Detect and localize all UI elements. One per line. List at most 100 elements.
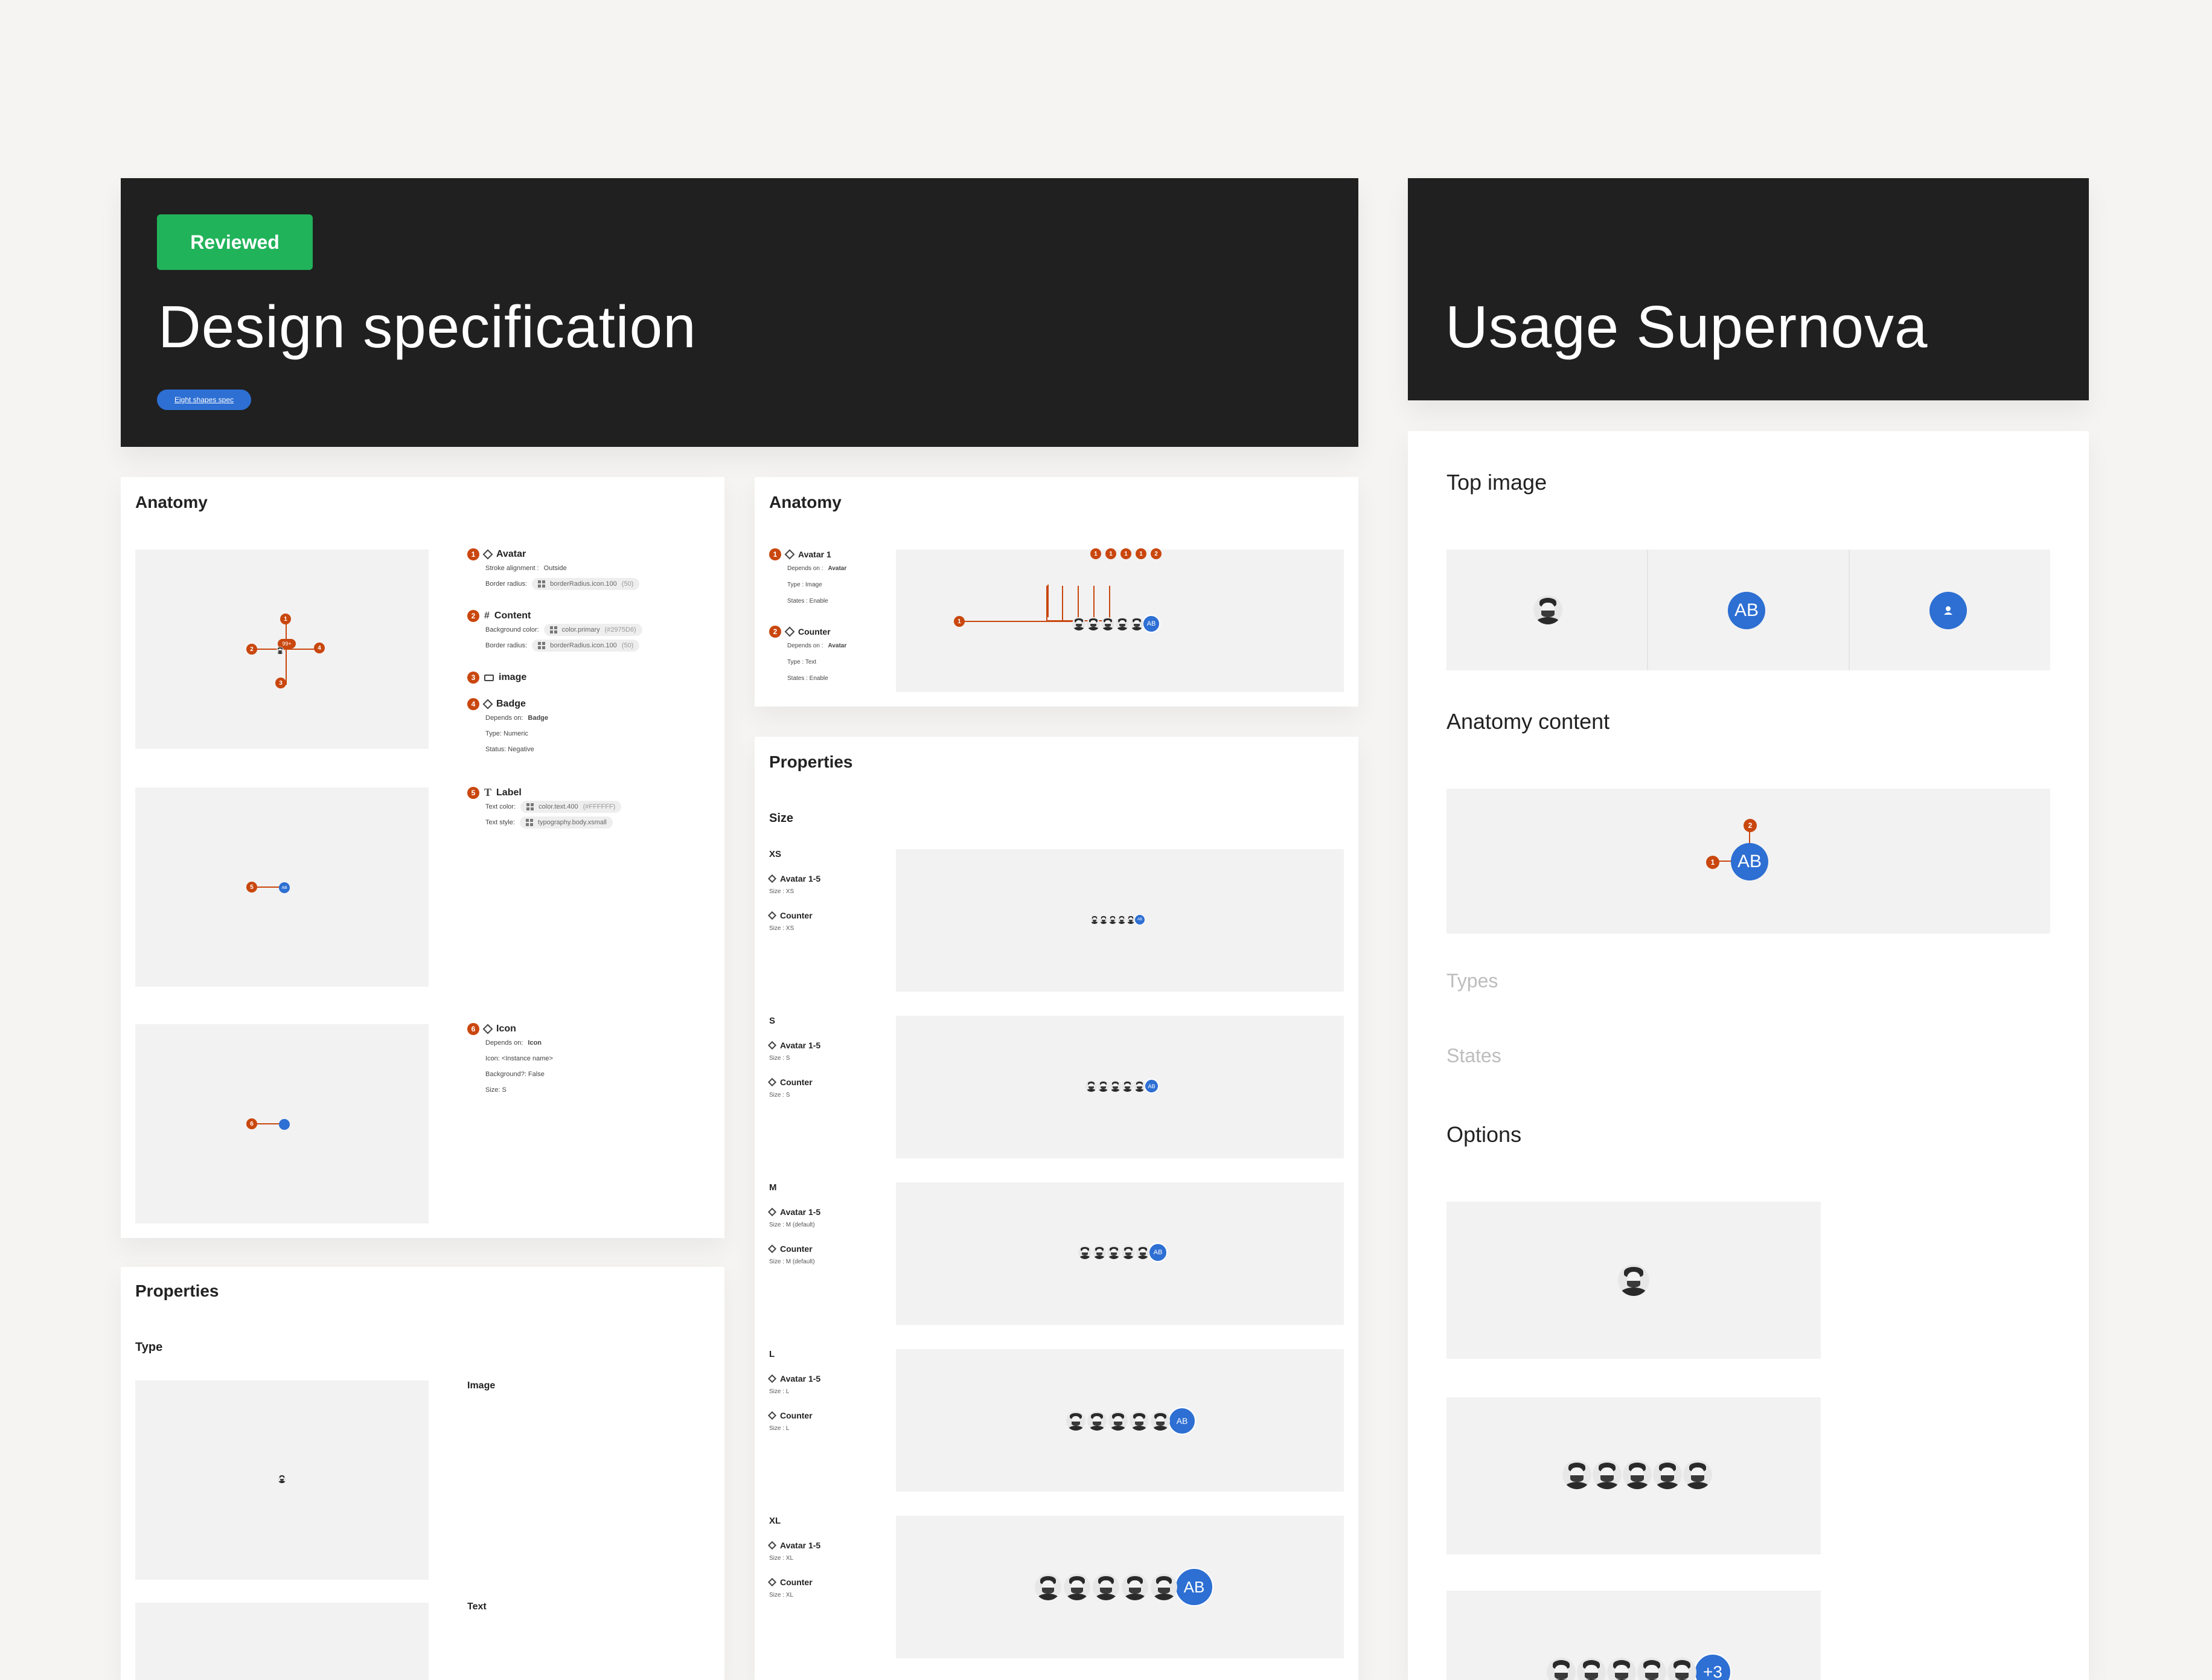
number-marker: 1 — [1120, 548, 1131, 559]
top-avatar-icon — [1929, 592, 1967, 629]
anatomy-canvas-2: 5 AB — [135, 787, 429, 987]
avatar — [1099, 915, 1108, 924]
avatar — [1130, 617, 1143, 630]
anatomy-counter: AB — [1731, 843, 1768, 880]
avatar — [1618, 1265, 1649, 1296]
anatomy-canvas-3: 6 — [135, 1024, 429, 1223]
avatar — [1593, 1460, 1622, 1489]
avatar-counter: AB — [1168, 1407, 1196, 1435]
avatar-tiny — [276, 647, 284, 654]
avatar — [1108, 915, 1117, 924]
top-avatar-image — [1533, 595, 1562, 624]
size-xs-block: XS Avatar 1-5 Size : XS Counter Size : X… — [767, 849, 1344, 992]
option-group-counter: +3 — [1446, 1591, 1821, 1680]
col1-properties-title: Properties — [135, 1281, 219, 1300]
more-counter: +3 — [1694, 1653, 1731, 1680]
number-marker: 1 — [1136, 548, 1146, 559]
number-marker: 1 — [1706, 856, 1719, 869]
group-avatars: AB — [1072, 615, 1160, 633]
token-icon — [538, 642, 546, 649]
design-spec-header: Reviewed Design specification Eight shap… — [121, 178, 1358, 447]
states-title: States — [1446, 1045, 1501, 1066]
image-icon — [484, 674, 494, 681]
col2-properties-card: Properties Size XS Avatar 1-5 Size : XS … — [755, 737, 1358, 1680]
usage-title: Usage Supernova — [1445, 293, 1928, 360]
avatar — [1134, 1080, 1145, 1092]
text-icon: T — [484, 786, 492, 798]
spec-link[interactable]: Eight shapes spec — [157, 390, 251, 410]
number-marker: 1 — [954, 616, 965, 627]
component-icon — [767, 1374, 777, 1383]
component-icon — [784, 549, 795, 560]
reviewed-badge: Reviewed — [157, 214, 313, 270]
avatar — [1127, 915, 1135, 924]
options-title: Options — [1446, 1122, 1522, 1147]
number-marker: 1 — [1090, 548, 1101, 559]
counter-tiny: AB — [279, 882, 290, 893]
marker-5: 5 — [246, 882, 257, 893]
marker-2: 2 — [246, 644, 257, 655]
col2-anatomy-card: Anatomy 1 Avatar 1 Depends on : Avatar Typ… — [755, 477, 1358, 707]
type-image-label: Image — [467, 1380, 496, 1391]
user-icon — [279, 1119, 290, 1130]
avatar — [1562, 1460, 1591, 1489]
number-marker: 3 — [467, 672, 479, 684]
avatar — [1653, 1460, 1682, 1489]
page-title: Design specification — [158, 293, 697, 360]
avatar — [1623, 1460, 1652, 1489]
component-icon — [784, 626, 795, 637]
avatar — [1122, 1246, 1135, 1259]
col1-properties-card: Properties Type Image Text — [121, 1267, 724, 1680]
avatar — [1110, 1080, 1121, 1092]
number-marker: 1 — [769, 548, 781, 560]
marker-1: 1 — [280, 614, 291, 624]
token-icon — [538, 580, 546, 588]
size-l-block: L Avatar 1-5 Size : L Counter Size : L A… — [767, 1349, 1344, 1492]
type-image-canvas — [135, 1380, 429, 1580]
avatar — [1072, 617, 1085, 630]
spec-item-image: 3 image — [467, 672, 526, 684]
token-icon — [549, 626, 557, 633]
avatar — [1151, 1574, 1177, 1600]
size-s-block: S Avatar 1-5 Size : S Counter Size : S A… — [767, 1016, 1344, 1158]
type-text-label: Text — [467, 1601, 487, 1612]
avatar — [1683, 1460, 1712, 1489]
types-title: Types — [1446, 970, 1498, 992]
option-group — [1446, 1397, 1821, 1554]
number-marker: 2 — [1151, 548, 1162, 559]
avatar — [1577, 1658, 1606, 1680]
avatar — [1122, 1080, 1133, 1092]
col2-properties-title: Properties — [769, 752, 853, 771]
component-icon — [767, 1077, 777, 1087]
type-title: Type — [135, 1341, 163, 1354]
number-marker: 2 — [769, 626, 781, 638]
token-icon — [526, 803, 534, 810]
avatar-counter: AB — [1142, 615, 1160, 633]
avatar-counter: AB — [1144, 1079, 1159, 1094]
marker-3: 3 — [275, 678, 286, 688]
component-icon — [767, 1207, 777, 1217]
group-anatomy-canvas: 1 1 1 1 2 1 AB — [896, 548, 1344, 692]
avatar — [1101, 617, 1114, 630]
avatar — [1087, 1411, 1107, 1431]
avatar — [1085, 1080, 1097, 1092]
spec-item-content: 2 # Content Background color: color.primary… — [467, 610, 721, 653]
avatar — [1130, 1411, 1149, 1431]
avatar — [1107, 1246, 1120, 1259]
avatar — [1547, 1658, 1576, 1680]
number-marker: 2 — [1744, 819, 1757, 832]
marker-4: 4 — [314, 643, 325, 653]
number-marker: 6 — [467, 1023, 479, 1035]
avatar — [1108, 1411, 1128, 1431]
spec-item-label: 5 T Label Text color: color.text.400 (#FFFFF… — [467, 786, 622, 830]
token-icon — [525, 819, 533, 826]
number-marker: 1 — [467, 548, 479, 560]
spec-item-badge: 4 Badge Depends on: Badge Type: Numeric St… — [467, 698, 548, 757]
size-xl-block: XL Avatar 1-5 Size : XL Counter Size : X… — [767, 1516, 1344, 1658]
spec-item-counter: 2 Counter Depends on : Avatar Type : Text … — [769, 626, 846, 687]
number-marker: 4 — [467, 698, 479, 710]
avatar — [1035, 1574, 1061, 1600]
size-title: Size — [769, 812, 794, 825]
avatar — [1151, 1411, 1170, 1431]
component-icon — [767, 874, 777, 883]
